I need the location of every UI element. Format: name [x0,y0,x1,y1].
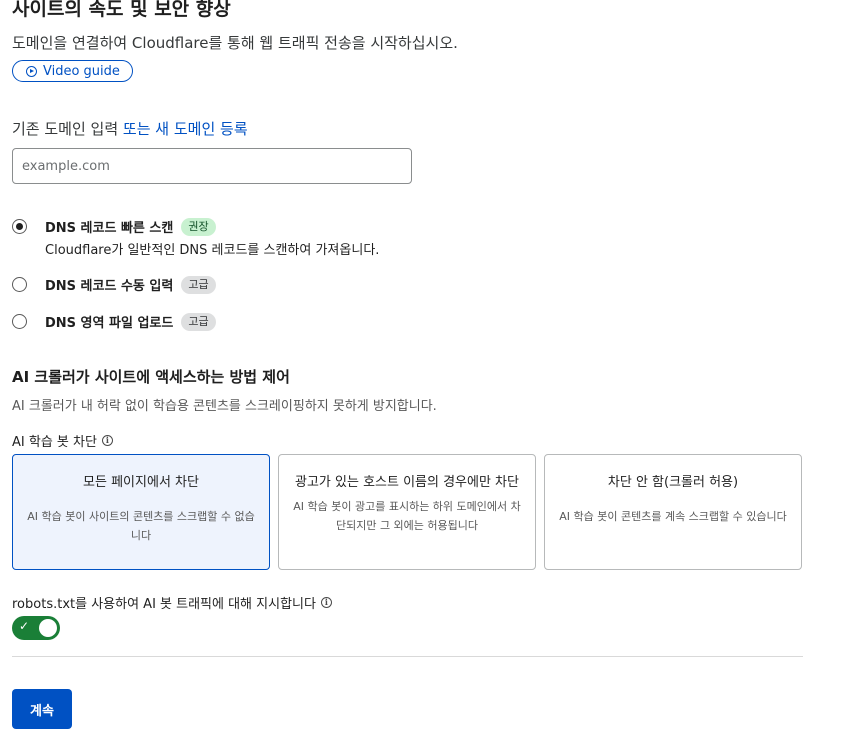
robots-label: robots.txt를 사용하여 AI 봇 트래픽에 대해 지시합니다 i [12,593,332,612]
card-block-ads-only[interactable]: 광고가 있는 호스트 이름의 경우에만 차단 AI 학습 봇이 광고를 표시하는… [278,454,536,570]
register-domain-link[interactable]: 또는 새 도메인 등록 [123,120,248,138]
card-description: AI 학습 봇이 광고를 표시하는 하위 도메인에서 차단되지만 그 외에는 허… [293,500,521,532]
domain-input[interactable] [12,148,412,184]
toggle-knob [39,619,57,637]
dns-option-description: Cloudflare가 일반적인 DNS 레코드를 스캔하여 가져옵니다. [45,243,380,258]
dns-option-quick-scan[interactable]: DNS 레코드 빠른 스캔 권장 [12,217,216,236]
video-guide-label: Video guide [43,63,120,79]
card-title: 차단 안 함(크롤러 허용) [607,475,739,490]
ai-block-options: 모든 페이지에서 차단 AI 학습 봇이 사이트의 콘텐츠를 스크랩할 수 없습… [12,454,803,570]
domain-label-text: 기존 도메인 입력 [12,120,119,138]
dns-option-label: DNS 영역 파일 업로드 [45,316,174,331]
info-icon[interactable]: i [101,435,113,446]
ai-section-subtitle: AI 크롤러가 내 허락 없이 학습용 콘텐츠를 스크레이핑하지 못하게 방지합… [12,399,437,414]
page-subtitle: 도메인을 연결하여 Cloudflare를 통해 웹 트래픽 전송을 시작하십시… [12,34,458,52]
ai-bot-block-text: AI 학습 봇 차단 [12,435,97,450]
robots-toggle[interactable]: ✓ [12,616,60,640]
continue-button[interactable]: 계속 [12,689,72,729]
video-guide-button[interactable]: Video guide [12,60,133,82]
card-title: 광고가 있는 호스트 이름의 경우에만 차단 [295,475,519,490]
divider [12,656,803,657]
card-block-all[interactable]: 모든 페이지에서 차단 AI 학습 봇이 사이트의 콘텐츠를 스크랩할 수 없습… [12,454,270,570]
domain-label: 기존 도메인 입력 또는 새 도메인 등록 [12,118,248,139]
card-title: 모든 페이지에서 차단 [83,475,199,490]
radio-quick-scan[interactable] [12,219,27,234]
card-description: AI 학습 봇이 사이트의 콘텐츠를 스크랩할 수 없습니다 [27,510,255,542]
dns-option-zone-upload[interactable]: DNS 영역 파일 업로드 고급 [12,312,216,331]
dns-option-label: DNS 레코드 빠른 스캔 [45,221,174,236]
dns-option-manual[interactable]: DNS 레코드 수동 입력 고급 [12,275,216,294]
dns-option-label: DNS 레코드 수동 입력 [45,279,174,294]
ai-bot-block-label: AI 학습 봇 차단 i [12,431,113,450]
robots-label-text: robots.txt를 사용하여 AI 봇 트래픽에 대해 지시합니다 [12,597,316,612]
radio-manual[interactable] [12,277,27,292]
radio-zone-upload[interactable] [12,314,27,329]
advanced-badge: 고급 [181,275,216,294]
card-description: AI 학습 봇이 콘텐츠를 계속 스크랩할 수 있습니다 [559,510,787,523]
page-title: 사이트의 속도 및 보안 향상 [12,0,231,20]
card-allow-crawlers[interactable]: 차단 안 함(크롤러 허용) AI 학습 봇이 콘텐츠를 계속 스크랩할 수 있… [544,454,802,570]
advanced-badge: 고급 [181,312,216,331]
play-circle-icon [26,65,37,77]
recommended-badge: 권장 [181,217,216,236]
check-icon: ✓ [19,619,30,633]
info-icon[interactable]: i [320,597,332,608]
ai-section-title: AI 크롤러가 사이트에 액세스하는 방법 제어 [12,368,290,386]
